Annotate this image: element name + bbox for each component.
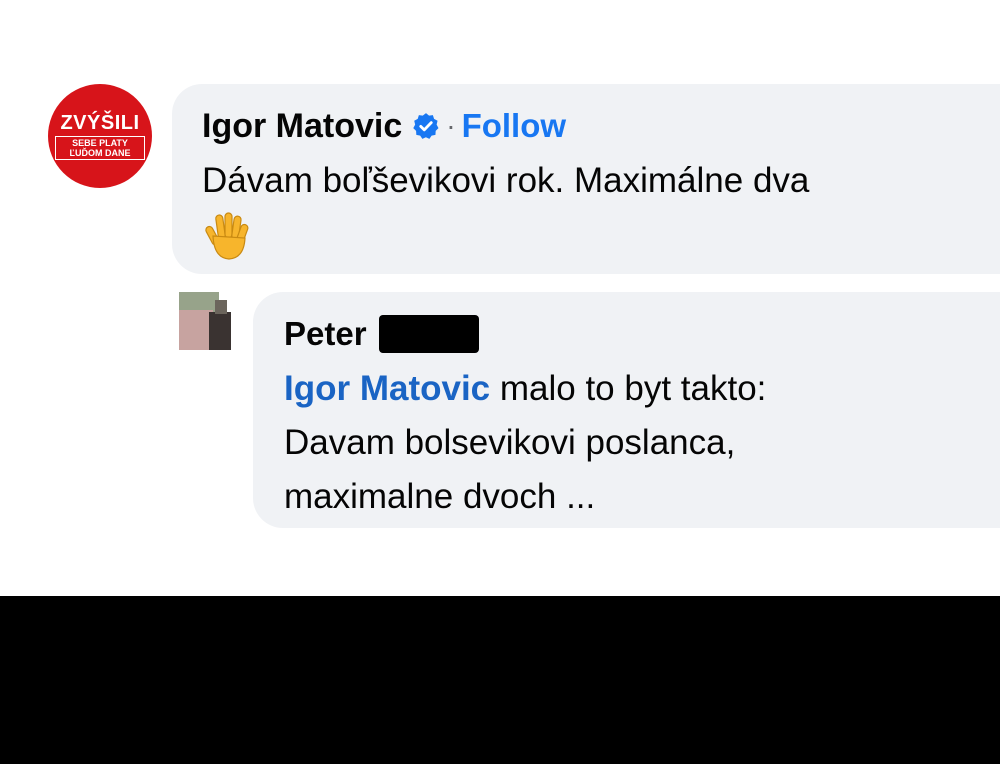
reply-author-name[interactable]: Peter xyxy=(284,315,367,353)
separator-dot: · xyxy=(446,110,456,141)
black-letterbox xyxy=(0,596,1000,764)
redacted-surname xyxy=(378,315,479,353)
follow-button[interactable]: Follow xyxy=(462,107,566,145)
page-avatar[interactable]: ZVÝŠILI SEBE PLATY ĽUĎOM DANE xyxy=(48,84,152,188)
mention-link[interactable]: Igor Matovic xyxy=(284,369,490,408)
reply-line-3: maximalne dvoch ... xyxy=(284,477,596,516)
avatar-text-line2: SEBE PLATY ĽUĎOM DANE xyxy=(55,135,145,160)
reply-line-2: Davam bolsevikovi poslanca, xyxy=(284,423,736,462)
comment-text: Dávam boľševikovi rok. Maximálne dva xyxy=(202,161,810,200)
reply-text: Igor Matovic malo to byt takto: Davam bo… xyxy=(284,362,766,524)
reply-avatar[interactable] xyxy=(175,290,239,352)
reply-line-1: Igor Matovic malo to byt takto: xyxy=(284,362,766,416)
comment-thread: ZVÝŠILI SEBE PLATY ĽUĎOM DANE Igor Matov… xyxy=(0,0,1000,596)
verified-badge-icon xyxy=(413,113,439,139)
avatar-text-line1: ZVÝŠILI xyxy=(60,111,140,134)
comment-header: Igor Matovic · Follow xyxy=(202,104,566,148)
raised-hand-emoji xyxy=(205,212,249,260)
reply-line1-rest: malo to byt takto: xyxy=(490,369,767,408)
reply-header: Peter xyxy=(284,312,479,356)
comment-author-name[interactable]: Igor Matovic xyxy=(202,107,402,146)
